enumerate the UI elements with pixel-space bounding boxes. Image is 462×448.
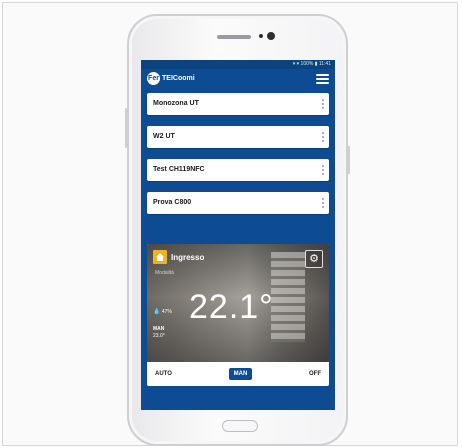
- front-camera: [267, 32, 275, 40]
- device-item[interactable]: Monozona UT: [147, 93, 329, 115]
- mode-man-button[interactable]: MAN: [228, 368, 253, 380]
- room-subtitle: Modalità: [155, 270, 174, 276]
- stairs-image: [271, 252, 305, 342]
- drop-icon: 💧: [153, 309, 161, 315]
- status-bar: ▾ ▾ 100% ▮ 11:41: [141, 60, 335, 69]
- app-bar: Fer TEICoomi: [141, 69, 335, 89]
- mode-info: MAN 23.0°: [153, 326, 165, 340]
- home-icon: [153, 250, 167, 264]
- home-button[interactable]: [222, 420, 258, 432]
- room-tag: Ingresso: [153, 250, 204, 264]
- earpiece-speaker: [217, 35, 251, 39]
- logo-mark: Fer: [147, 72, 160, 85]
- mode-auto-button[interactable]: AUTO: [155, 371, 172, 377]
- kebab-icon[interactable]: [322, 165, 324, 175]
- device-item[interactable]: Prova C800: [147, 192, 329, 214]
- app-screen: ▾ ▾ 100% ▮ 11:41 Fer TEICoomi Monozona U…: [141, 60, 335, 410]
- app-logo: Fer TEICoomi: [147, 72, 195, 85]
- temperature-value: 22.1°: [189, 288, 274, 326]
- setpoint-value: 23.0°: [153, 333, 165, 339]
- device-label: Prova C800: [153, 199, 192, 206]
- phone-device: ▾ ▾ 100% ▮ 11:41 Fer TEICoomi Monozona U…: [125, 14, 350, 446]
- power-button: [347, 146, 350, 174]
- humidity-value: 47%: [161, 309, 172, 315]
- mode-name: MAN: [153, 326, 165, 332]
- device-item[interactable]: Test CH119NFC: [147, 159, 329, 181]
- mode-selector: AUTO MAN OFF: [147, 362, 329, 386]
- device-label: Monozona UT: [153, 100, 199, 107]
- kebab-icon[interactable]: [322, 132, 324, 142]
- kebab-icon[interactable]: [322, 99, 324, 109]
- logo-text: TEICoomi: [162, 75, 195, 82]
- humidity-readout: 💧 47%: [153, 308, 172, 315]
- device-item[interactable]: W2 UT: [147, 126, 329, 148]
- room-name: Ingresso: [171, 252, 205, 262]
- thermostat-card[interactable]: Ingresso Modalità ⚙ 💧 47% MAN 23.0° 22.1…: [147, 244, 329, 386]
- mode-off-button[interactable]: OFF: [309, 371, 321, 377]
- device-label: W2 UT: [153, 133, 175, 140]
- room-photo: Ingresso Modalità ⚙ 💧 47% MAN 23.0° 22.1…: [147, 244, 329, 362]
- device-label: Test CH119NFC: [153, 166, 205, 173]
- gear-icon[interactable]: ⚙: [305, 250, 323, 268]
- volume-button: [125, 108, 128, 148]
- menu-icon[interactable]: [316, 74, 329, 84]
- kebab-icon[interactable]: [322, 198, 324, 208]
- sensor-dot: [259, 34, 263, 38]
